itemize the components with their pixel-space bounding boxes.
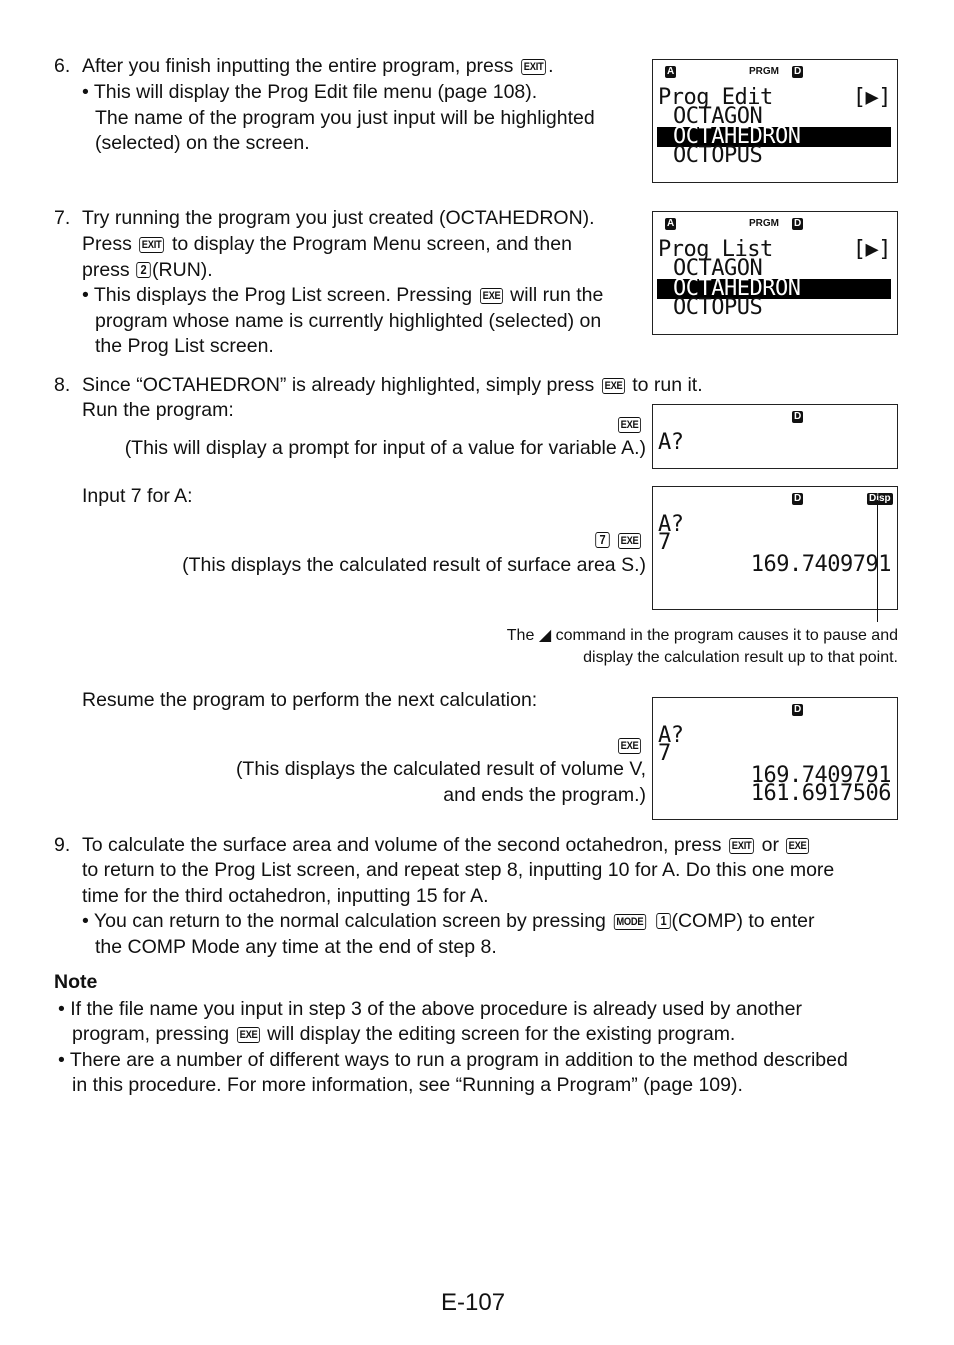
key-sequence: 7 EXE <box>594 528 643 552</box>
step-text: Press EXIT to display the Program Menu s… <box>82 232 572 256</box>
step-number: 6. <box>54 55 71 77</box>
exe-key-icon: EXE <box>236 1027 260 1043</box>
text: (COMP) to enter <box>671 910 815 932</box>
indicator-d: D <box>792 218 804 230</box>
bullet-text: • This displays the Prog List screen. Pr… <box>82 283 603 307</box>
text: • This displays the Prog List screen. Pr… <box>82 284 473 306</box>
bullet-text: • This will display the Prog Edit file m… <box>82 81 538 103</box>
indicator-d: D <box>792 493 804 505</box>
exe-key-icon: EXE <box>617 738 641 754</box>
text: will run the <box>510 284 604 306</box>
bullet-text: • You can return to the normal calculati… <box>82 909 815 933</box>
exe-key-icon: EXE <box>617 417 641 433</box>
note-title: Note <box>54 971 98 993</box>
resume-description: and ends the program.) <box>443 784 646 806</box>
program-item: OCTOPUS <box>673 295 763 320</box>
exit-key-icon: EXIT <box>139 237 165 253</box>
note-bullet: program, pressing EXE will display the e… <box>72 1022 735 1046</box>
calc-screen-prog-list: A PRGM D Prog List [▶] OCTAGON OCTAHEDRO… <box>652 211 898 335</box>
bullet-text: The name of the program you just input w… <box>95 107 595 129</box>
key-7-icon: 7 <box>594 532 610 548</box>
exe-key-icon: EXE <box>479 288 503 304</box>
program-item: OCTOPUS <box>673 143 763 168</box>
callout-text: The ◢ command in the program causes it t… <box>507 624 898 648</box>
step-number: 8. <box>54 374 71 396</box>
calc-screen-prompt: D A? <box>652 404 898 469</box>
arrow-indicator: [▶] <box>852 85 892 110</box>
calc-screen-prog-edit: A PRGM D Prog Edit [▶] OCTAGON OCTAHEDRO… <box>652 59 898 183</box>
indicator-a: A <box>665 66 677 78</box>
bullet-text: (selected) on the screen. <box>95 132 310 154</box>
prompt-line: A? <box>658 430 684 455</box>
text: Press <box>82 233 132 255</box>
result-value: 169.7409791 <box>750 552 892 577</box>
mode-key-icon: MODE <box>614 914 647 930</box>
step-text: Try running the program you just created… <box>82 207 595 229</box>
key-1-icon: 1 <box>655 913 671 929</box>
note-bullet: • If the file name you input in step 3 o… <box>58 998 802 1020</box>
text: command in the program causes it to paus… <box>555 627 898 644</box>
text: • You can return to the normal calculati… <box>82 910 606 932</box>
indicator-prgm: PRGM <box>749 66 779 77</box>
callout-text: display the calculation result up to tha… <box>583 649 898 666</box>
step-text: To calculate the surface area and volume… <box>82 833 812 857</box>
text: After you finish inputting the entire pr… <box>82 55 514 77</box>
text: to display the Program Menu screen, and … <box>171 233 572 255</box>
step-number: 9. <box>54 834 71 856</box>
step-text: press 2 (RUN). <box>82 258 213 282</box>
indicator-prgm: PRGM <box>749 218 779 229</box>
text: or <box>761 834 779 856</box>
step-text: to return to the Prog List screen, and r… <box>82 859 835 881</box>
text: program, pressing <box>72 1023 230 1045</box>
exit-key-icon: EXIT <box>729 838 755 854</box>
callout-pointer-line <box>877 500 878 622</box>
bullet-text: program whose name is currently highligh… <box>95 310 602 332</box>
text: The <box>506 627 535 644</box>
step-text: Since “OCTAHEDRON” is already highlighte… <box>82 373 703 397</box>
exe-key-icon: EXE <box>786 838 810 854</box>
run-label: Run the program: <box>82 399 234 421</box>
input-line: 7 <box>658 530 671 555</box>
bullet-text: the Prog List screen. <box>95 335 274 357</box>
key-2-icon: 2 <box>136 262 151 278</box>
calc-screen-result-s: D Disp A? 7 169.7409791 <box>652 486 898 610</box>
note-bullet: • There are a number of different ways t… <box>58 1049 848 1071</box>
resume-label: Resume the program to perform the next c… <box>82 689 538 711</box>
pause-command-icon: ◢ <box>538 627 552 644</box>
bullet-text: the COMP Mode any time at the end of ste… <box>95 936 497 958</box>
text: (RUN). <box>152 259 213 281</box>
input-label: Input 7 for A: <box>82 485 193 507</box>
text: press <box>82 259 130 281</box>
exe-key-icon: EXE <box>617 533 641 549</box>
note-bullet: in this procedure. For more information,… <box>72 1074 743 1096</box>
input-line: 7 <box>658 741 671 766</box>
exit-key-icon: EXIT <box>521 59 546 75</box>
exe-key-icon-wrap: EXE <box>616 412 643 436</box>
step-text: After you finish inputting the entire pr… <box>82 54 553 78</box>
indicator-d: D <box>792 66 804 78</box>
text: will display the editing screen for the … <box>267 1023 736 1045</box>
text: To calculate the surface area and volume… <box>82 834 722 856</box>
exe-key-icon-wrap: EXE <box>616 733 643 757</box>
page-number: E-107 <box>441 1289 506 1316</box>
text: to run it. <box>632 374 703 396</box>
calc-screen-result-v: D A? 7 169.7409791 161.6917506 <box>652 697 898 820</box>
indicator-d: D <box>792 704 804 716</box>
indicator-disp: Disp <box>867 493 893 505</box>
text: Since “OCTAHEDRON” is already highlighte… <box>82 374 595 396</box>
run-description: (This will display a prompt for input of… <box>124 437 646 459</box>
result-value: 161.6917506 <box>750 781 892 806</box>
resume-description: (This displays the calculated result of … <box>235 758 646 780</box>
indicator-d: D <box>792 411 804 423</box>
input-description: (This displays the calculated result of … <box>182 554 646 576</box>
step-text: time for the third octahedron, inputting… <box>82 885 489 907</box>
step-number: 7. <box>54 207 71 229</box>
text: . <box>548 55 554 77</box>
indicator-a: A <box>665 218 677 230</box>
arrow-indicator: [▶] <box>852 237 892 262</box>
exe-key-icon: EXE <box>601 378 625 394</box>
